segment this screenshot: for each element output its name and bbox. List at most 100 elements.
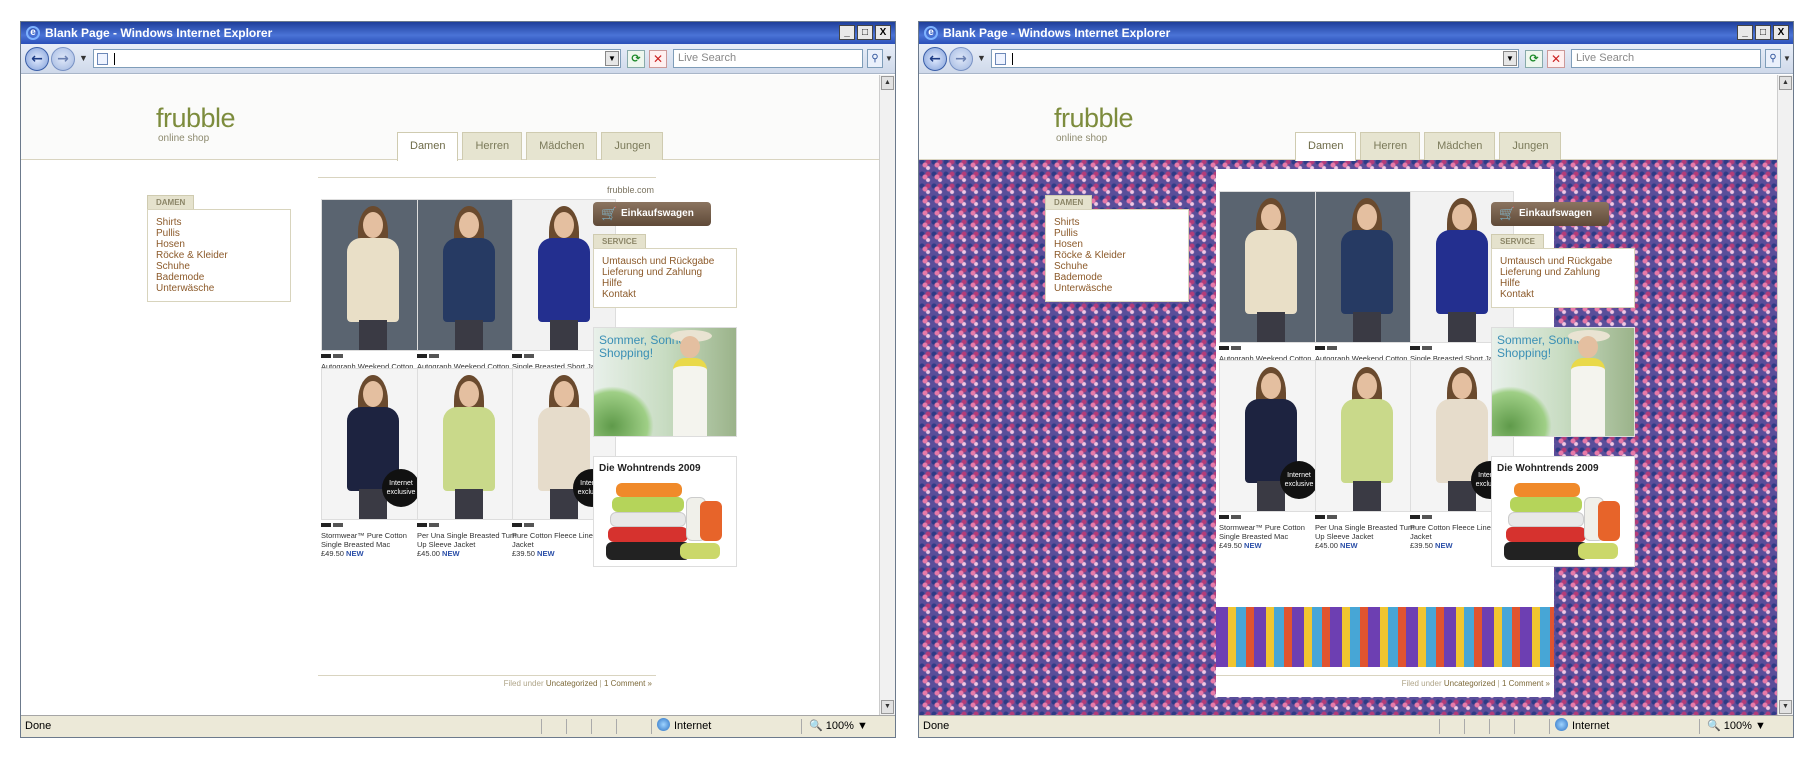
comments-link[interactable]: 1 Comment »: [604, 679, 652, 688]
service-link[interactable]: Umtausch und Rückgabe: [602, 256, 728, 267]
security-zone[interactable]: Internet: [657, 716, 711, 737]
color-swatches[interactable]: [417, 523, 523, 527]
product-photo[interactable]: [417, 199, 521, 351]
category-link[interactable]: Unterwäsche: [1054, 283, 1180, 294]
product-caption[interactable]: Stormwear™ Pure Cotton Single Breasted M…: [1219, 523, 1325, 541]
history-dropdown-icon[interactable]: ▼: [977, 53, 986, 63]
category-link[interactable]: Röcke & Kleider: [156, 250, 282, 261]
tab-damen[interactable]: Damen: [1295, 132, 1357, 161]
zoom-control[interactable]: 🔍 100% ▼: [1707, 716, 1766, 737]
summer-promo-banner[interactable]: Sommer, Sonne, Shopping!: [1491, 327, 1635, 437]
product-card[interactable]: Per Una Single Breasted Turn Up Sleeve J…: [1315, 360, 1421, 550]
tab-damen[interactable]: Damen: [397, 132, 459, 161]
category-link[interactable]: Bademode: [156, 272, 282, 283]
close-button[interactable]: X: [1773, 25, 1789, 40]
tab-maedchen[interactable]: Mädchen: [526, 132, 598, 160]
product-photo[interactable]: [1315, 191, 1419, 343]
history-dropdown-icon[interactable]: ▼: [79, 53, 88, 63]
search-icon[interactable]: ⚲: [867, 49, 883, 68]
tab-jungen[interactable]: Jungen: [601, 132, 664, 160]
stop-icon[interactable]: ✕: [1547, 50, 1565, 68]
tab-herren[interactable]: Herren: [1360, 132, 1421, 160]
vertical-scrollbar[interactable]: ▲ ▼: [1777, 75, 1793, 715]
home-trends-banner[interactable]: Die Wohntrends 2009: [1491, 456, 1635, 567]
scroll-down-icon[interactable]: ▼: [881, 700, 894, 714]
service-link[interactable]: Kontakt: [602, 289, 728, 300]
product-card[interactable]: Internet exclusive Stormwear™ Pure Cotton …: [1219, 360, 1325, 550]
forward-arrow-icon[interactable]: →: [51, 47, 75, 71]
search-icon[interactable]: ⚲: [1765, 49, 1781, 68]
product-card[interactable]: Per Una Single Breasted Turn Up Sleeve J…: [417, 368, 523, 558]
product-card[interactable]: Autograph Weekend Cotton Blend Trench Co…: [1219, 191, 1325, 381]
product-card[interactable]: Autograph Weekend Cotton Blend Trench Co…: [321, 199, 427, 389]
search-options-icon[interactable]: ▼: [1783, 49, 1793, 68]
product-photo[interactable]: [1315, 360, 1419, 512]
product-caption[interactable]: Per Una Single Breasted Turn Up Sleeve J…: [417, 531, 523, 549]
product-photo[interactable]: Internet exclusive: [321, 368, 425, 520]
site-logo[interactable]: frubble: [1054, 105, 1134, 132]
product-photo[interactable]: [321, 199, 425, 351]
site-link[interactable]: frubble.com: [607, 185, 654, 195]
product-photo[interactable]: [1219, 191, 1323, 343]
minimize-button[interactable]: _: [839, 25, 855, 40]
color-swatches[interactable]: [1219, 515, 1325, 519]
security-zone[interactable]: Internet: [1555, 716, 1609, 737]
color-swatches[interactable]: [417, 354, 523, 358]
category-link[interactable]: Schuhe: [156, 261, 282, 272]
maximize-button[interactable]: □: [857, 25, 873, 40]
filed-category-link[interactable]: Uncategorized: [546, 679, 598, 688]
back-arrow-icon[interactable]: ←: [25, 47, 49, 71]
color-swatches[interactable]: [1219, 346, 1325, 350]
scroll-down-icon[interactable]: ▼: [1779, 700, 1792, 714]
search-input[interactable]: Live Search: [1571, 49, 1761, 68]
search-options-icon[interactable]: ▼: [885, 49, 895, 68]
cart-button[interactable]: 🛒 Einkaufswagen: [1491, 202, 1609, 226]
filed-category-link[interactable]: Uncategorized: [1444, 679, 1496, 688]
summer-promo-banner[interactable]: Sommer, Sonne, Shopping!: [593, 327, 737, 437]
product-card[interactable]: Autograph Weekend Cotton Rich Crop Denim…: [417, 199, 523, 389]
stop-icon[interactable]: ✕: [649, 50, 667, 68]
color-swatches[interactable]: [321, 523, 427, 527]
address-dropdown-icon[interactable]: ▼: [1503, 51, 1517, 66]
address-dropdown-icon[interactable]: ▼: [605, 51, 619, 66]
service-link[interactable]: Umtausch und Rückgabe: [1500, 256, 1626, 267]
tab-jungen[interactable]: Jungen: [1499, 132, 1562, 160]
maximize-button[interactable]: □: [1755, 25, 1771, 40]
home-trends-banner[interactable]: Die Wohntrends 2009: [593, 456, 737, 567]
category-link[interactable]: Bademode: [1054, 272, 1180, 283]
category-link[interactable]: Hosen: [156, 239, 282, 250]
service-link[interactable]: Hilfe: [1500, 278, 1626, 289]
product-card[interactable]: Autograph Weekend Cotton Rich Crop Denim…: [1315, 191, 1421, 381]
color-swatches[interactable]: [321, 354, 427, 358]
category-link[interactable]: Hosen: [1054, 239, 1180, 250]
service-link[interactable]: Lieferung und Zahlung: [1500, 267, 1626, 278]
category-link[interactable]: Pullis: [156, 228, 282, 239]
scroll-up-icon[interactable]: ▲: [881, 76, 894, 90]
category-link[interactable]: Pullis: [1054, 228, 1180, 239]
service-link[interactable]: Hilfe: [602, 278, 728, 289]
forward-arrow-icon[interactable]: →: [949, 47, 973, 71]
scroll-up-icon[interactable]: ▲: [1779, 76, 1792, 90]
service-link[interactable]: Kontakt: [1500, 289, 1626, 300]
comments-link[interactable]: 1 Comment »: [1502, 679, 1550, 688]
service-link[interactable]: Lieferung und Zahlung: [602, 267, 728, 278]
close-button[interactable]: X: [875, 25, 891, 40]
tab-maedchen[interactable]: Mädchen: [1424, 132, 1496, 160]
address-bar[interactable]: ▼: [93, 49, 621, 68]
color-swatches[interactable]: [1315, 515, 1421, 519]
product-photo[interactable]: [417, 368, 521, 520]
category-link[interactable]: Shirts: [156, 217, 282, 228]
color-swatches[interactable]: [1315, 346, 1421, 350]
address-bar[interactable]: ▼: [991, 49, 1519, 68]
cart-button[interactable]: 🛒 Einkaufswagen: [593, 202, 711, 226]
product-caption[interactable]: Stormwear™ Pure Cotton Single Breasted M…: [321, 531, 427, 549]
vertical-scrollbar[interactable]: ▲ ▼: [879, 75, 895, 715]
refresh-icon[interactable]: ⟳: [627, 50, 645, 68]
product-photo[interactable]: Internet exclusive: [1219, 360, 1323, 512]
category-link[interactable]: Unterwäsche: [156, 283, 282, 294]
product-caption[interactable]: Per Una Single Breasted Turn Up Sleeve J…: [1315, 523, 1421, 541]
tab-herren[interactable]: Herren: [462, 132, 523, 160]
refresh-icon[interactable]: ⟳: [1525, 50, 1543, 68]
search-input[interactable]: Live Search: [673, 49, 863, 68]
back-arrow-icon[interactable]: ←: [923, 47, 947, 71]
